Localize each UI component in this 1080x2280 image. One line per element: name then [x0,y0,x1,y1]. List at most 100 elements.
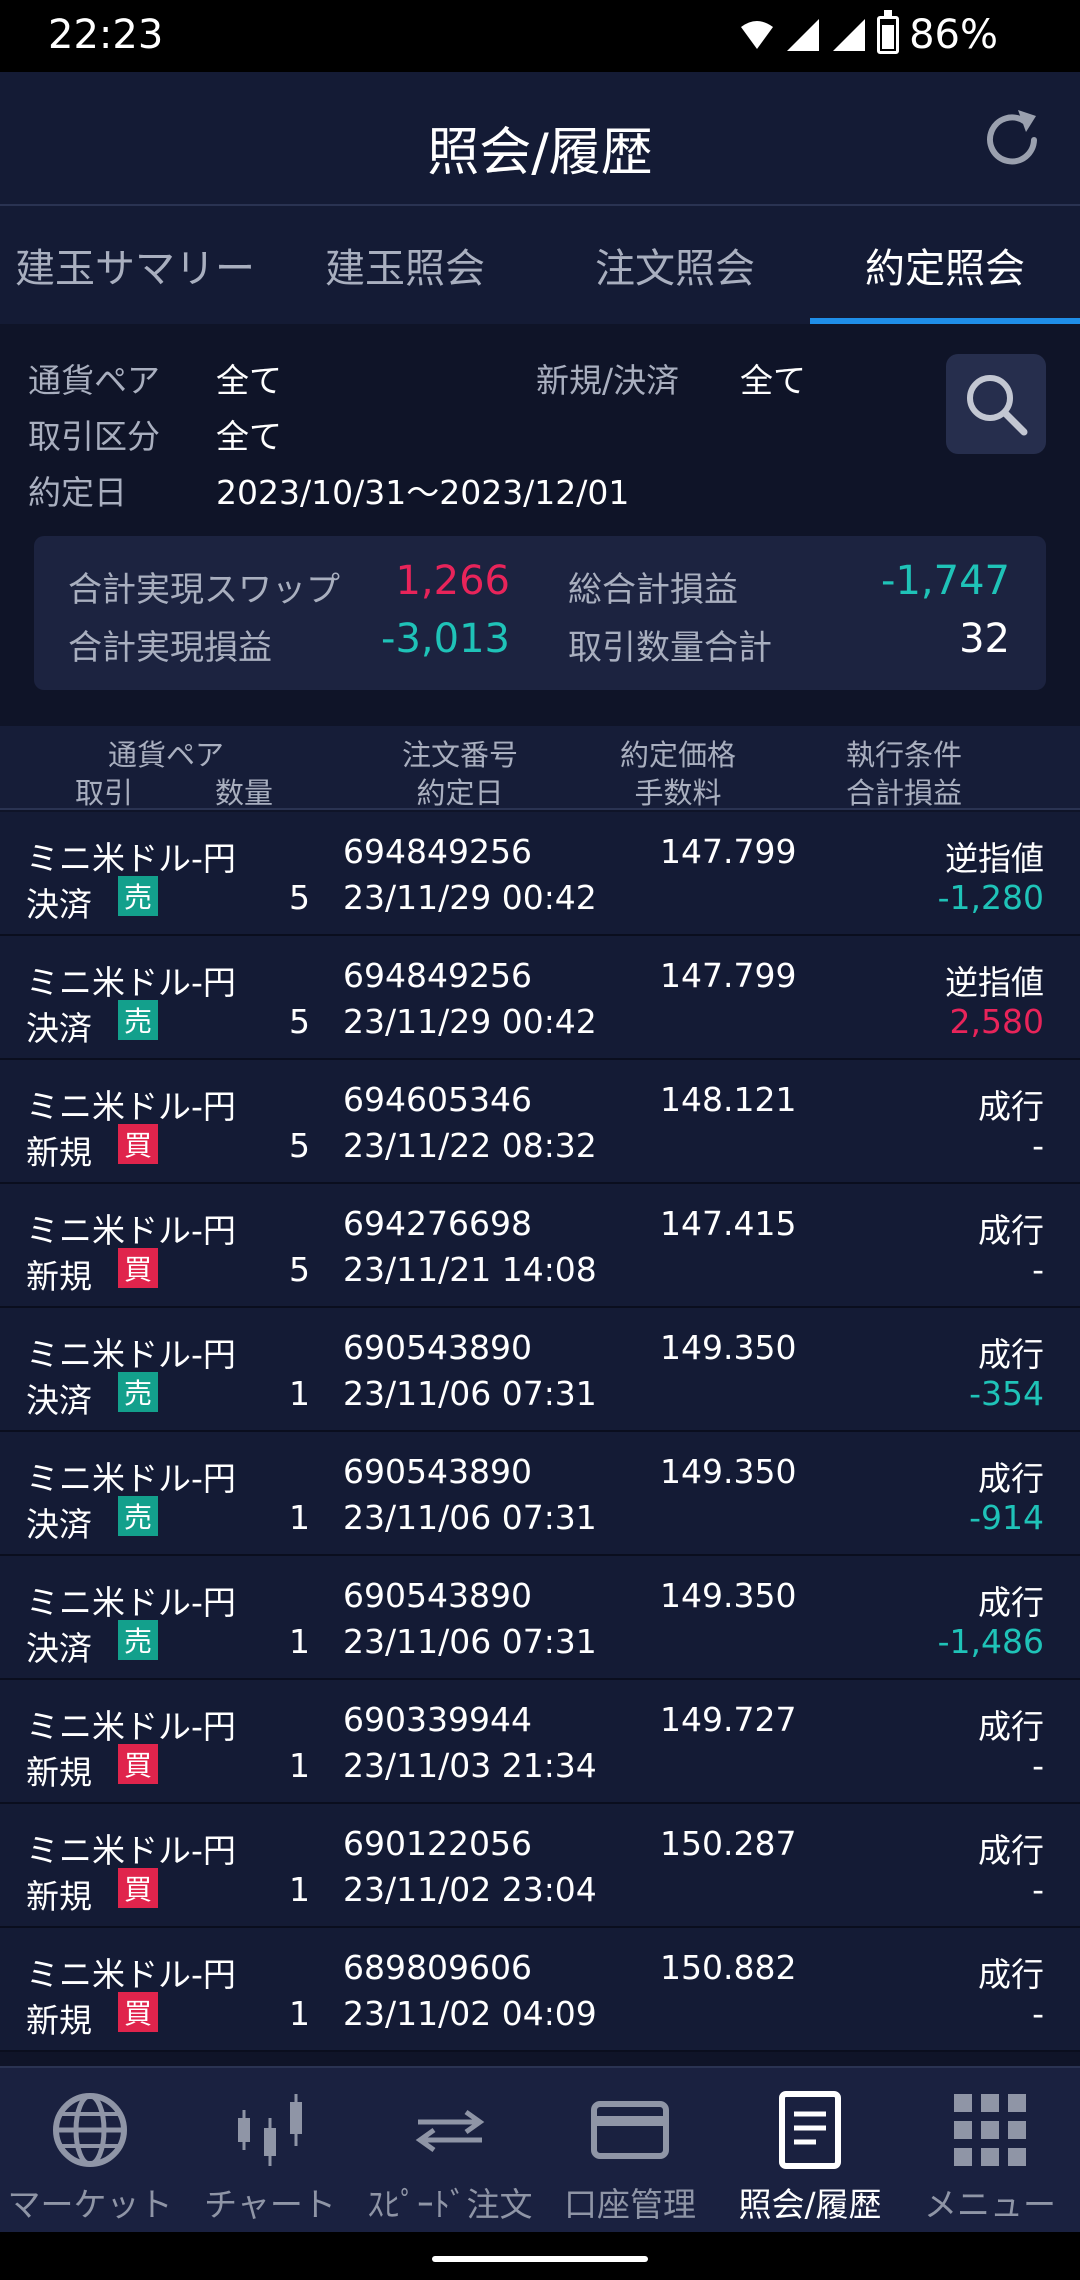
row-qty: 1 [289,1870,310,1909]
signal-icon [787,19,820,51]
realized-pl-label: 合計実現損益 [68,628,272,668]
col-total-pl: 合計損益 [845,776,962,810]
tab-position-inquiry[interactable]: 建玉照会 [270,206,540,324]
total-qty-label: 取引数量合計 [568,628,772,668]
battery-level: 86% [909,12,998,58]
table-row[interactable]: ミニ米ドル-円 新規 買 1 690122056 23/11/02 23:04 … [0,1804,1080,1928]
candlestick-icon [238,2094,302,2166]
tab-order-inquiry[interactable]: 注文照会 [540,206,810,324]
row-pair: ミニ米ドル-円 [26,1459,236,1498]
row-pair: ミニ米ドル-円 [26,1707,236,1746]
globe-icon [53,2093,127,2167]
nav-menu[interactable]: メニュー [900,2068,1080,2234]
row-date: 23/11/06 07:31 [343,1622,597,1661]
filter-newclose-label: 新規/決済 [536,361,680,400]
row-date: 23/11/22 08:32 [343,1126,597,1165]
realized-pl-value: -3,013 [381,616,510,662]
swap-value: 1,266 [395,558,510,604]
row-order-no: 690543890 [343,1328,532,1367]
card-icon [591,2101,669,2159]
tab-position-summary[interactable]: 建玉サマリー [0,206,270,324]
nav-account[interactable]: 口座管理 [540,2068,720,2234]
grid-icon [954,2094,1026,2166]
table-row[interactable]: ミニ米ドル-円 決済 売 1 690543890 23/11/06 07:31 … [0,1432,1080,1556]
total-pl-label: 総合計損益 [568,570,738,610]
row-date: 23/11/29 00:42 [343,1002,597,1041]
table-row[interactable]: ミニ米ドル-円 決済 売 1 690543890 23/11/06 07:31 … [0,1308,1080,1432]
row-qty: 1 [289,1746,310,1785]
row-pl: -1,280 [937,878,1044,917]
col-qty: 数量 [214,776,273,810]
row-pl: - [1032,1126,1044,1165]
summary-panel: 合計実現スワップ 1,266 総合計損益 -1,747 合計実現損益 -3,01… [34,536,1046,690]
row-order-no: 690122056 [343,1824,532,1863]
row-kind: 新規 [26,1133,92,1172]
row-condition: 成行 [978,1955,1044,1994]
status-time: 22:23 [48,12,164,58]
buy-badge: 買 [118,1992,158,2032]
buy-badge: 買 [118,1868,158,1908]
table-row[interactable]: ミニ米ドル-円 決済 売 5 694849256 23/11/29 00:42 … [0,812,1080,936]
row-qty: 5 [289,1250,310,1289]
filter-type-label: 取引区分 [28,417,160,456]
row-kind: 新規 [26,1257,92,1296]
total-qty-value: 32 [959,616,1010,662]
row-kind: 決済 [26,1381,92,1420]
row-price: 149.350 [660,1576,797,1615]
row-pair: ミニ米ドル-円 [26,1087,236,1126]
row-order-no: 694849256 [343,832,532,871]
row-pair: ミニ米ドル-円 [26,1335,236,1374]
tab-execution-inquiry[interactable]: 約定照会 [810,206,1080,324]
home-indicator[interactable] [432,2256,648,2262]
row-order-no: 690543890 [343,1452,532,1491]
row-price: 147.799 [660,832,797,871]
row-pl: 2,580 [949,1002,1044,1041]
refresh-icon[interactable] [974,102,1050,178]
filter-pair-label: 通貨ペア [28,361,160,400]
row-pair: ミニ米ドル-円 [26,839,236,878]
col-price: 約定価格 [619,738,736,772]
row-pl: - [1032,1746,1044,1785]
row-kind: 決済 [26,1505,92,1544]
nav-speed-order[interactable]: ｽﾋﾟｰﾄﾞ注文 [360,2068,540,2234]
table-row[interactable]: ミニ米ドル-円 新規 買 1 689809606 23/11/02 04:09 … [0,1928,1080,2052]
table-row[interactable]: ミニ米ドル-円 新規 買 5 694605346 23/11/22 08:32 … [0,1060,1080,1184]
row-condition: 逆指値 [945,839,1044,878]
sell-badge: 売 [118,1496,158,1536]
buy-badge: 買 [118,1124,158,1164]
row-condition: 逆指値 [945,963,1044,1002]
sell-badge: 売 [118,1620,158,1660]
row-price: 148.121 [660,1080,797,1119]
row-pair: ミニ米ドル-円 [26,1211,236,1250]
row-kind: 新規 [26,1753,92,1792]
table-row[interactable]: ミニ米ドル-円 決済 売 5 694849256 23/11/29 00:42 … [0,936,1080,1060]
execution-list: ミニ米ドル-円 決済 売 5 694849256 23/11/29 00:42 … [0,812,1080,2052]
row-date: 23/11/02 04:09 [343,1994,597,2033]
filter-pair-value: 全て [216,361,282,400]
row-order-no: 689809606 [343,1948,532,1987]
search-icon [967,375,1028,436]
row-price: 149.350 [660,1328,797,1367]
table-row[interactable]: ミニ米ドル-円 新規 買 5 694276698 23/11/21 14:08 … [0,1184,1080,1308]
document-icon [779,2091,841,2169]
nav-market[interactable]: マーケット [0,2068,180,2234]
row-condition: 成行 [978,1707,1044,1746]
row-pair: ミニ米ドル-円 [26,1583,236,1622]
row-kind: 決済 [26,885,92,924]
row-qty: 1 [289,1374,310,1413]
row-pl: - [1032,1250,1044,1289]
row-qty: 5 [289,878,310,917]
row-condition: 成行 [978,1335,1044,1374]
nav-history[interactable]: 照会/履歴 [720,2068,900,2234]
row-order-no: 694276698 [343,1204,532,1243]
status-bar: 22:23 86% [0,0,1080,72]
row-pl: - [1032,1994,1044,2033]
col-fee: 手数料 [634,776,722,810]
row-pair: ミニ米ドル-円 [26,1955,236,1994]
search-button[interactable] [946,354,1046,454]
table-row[interactable]: ミニ米ドル-円 決済 売 1 690543890 23/11/06 07:31 … [0,1556,1080,1680]
row-date: 23/11/03 21:34 [343,1746,597,1785]
table-row[interactable]: ミニ米ドル-円 新規 買 1 690339944 23/11/03 21:34 … [0,1680,1080,1804]
nav-chart[interactable]: チャート [180,2068,360,2234]
filter-date-value: 2023/10/31～2023/12/01 [216,473,630,512]
